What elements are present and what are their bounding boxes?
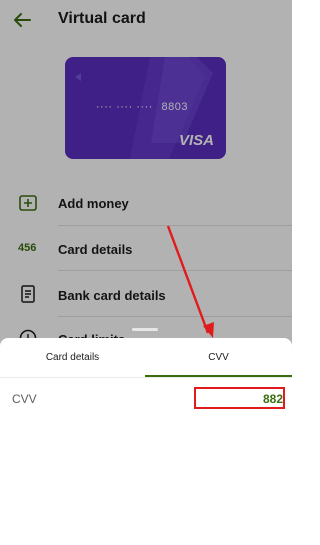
virtual-card-screen: Virtual card ···· ···· ···· 8803 VISA Ad… [0,0,292,545]
sheet-tabs: Card details CVV [0,338,292,378]
cvv-label: CVV [12,392,37,406]
tab-cvv[interactable]: CVV [145,338,292,378]
annotation-highlight-box [194,387,285,409]
tab-card-details[interactable]: Card details [0,338,145,378]
active-tab-indicator [145,375,292,377]
sheet-drag-handle[interactable] [132,328,158,331]
tabs-divider [0,377,292,378]
